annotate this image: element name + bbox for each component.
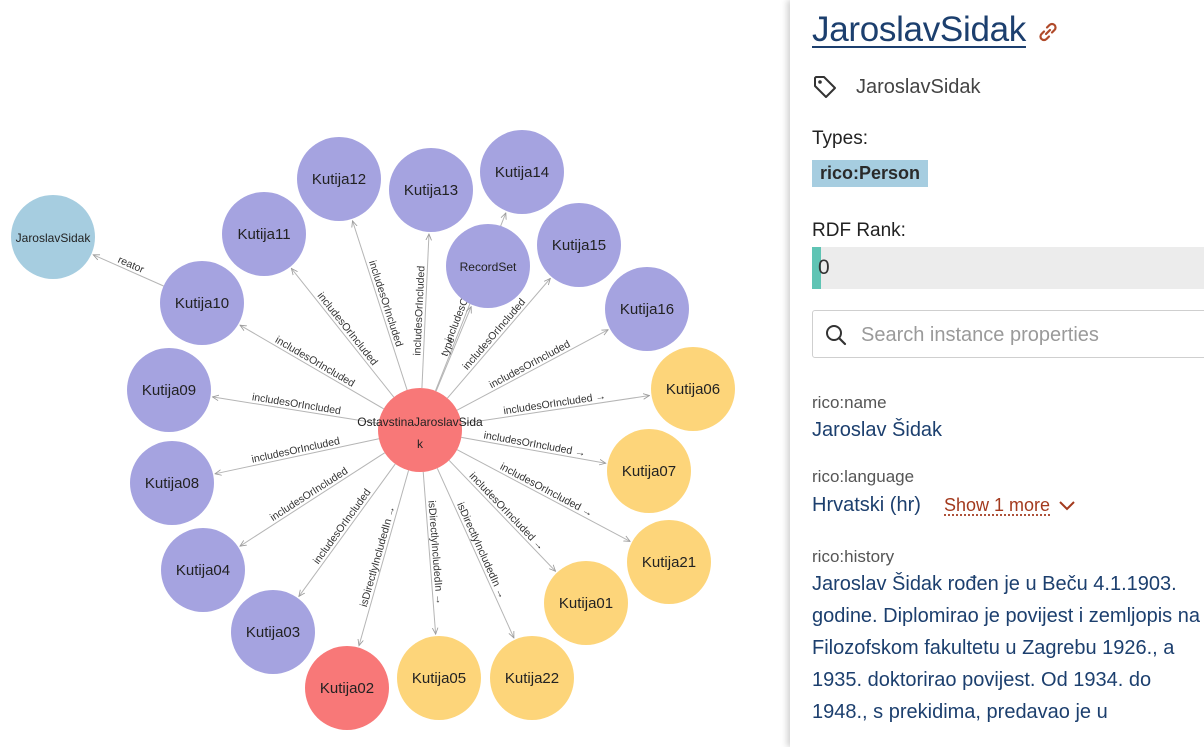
label-row: JaroslavSidak: [812, 74, 981, 100]
graph-node-k15[interactable]: Kutija15: [537, 203, 621, 287]
graph-node-k16[interactable]: Kutija16: [605, 267, 689, 351]
graph-node-k05[interactable]: Kutija05: [397, 636, 481, 720]
graph-node-label: Kutija02: [320, 680, 374, 697]
graph-edge-label: includesOrIncluded: [251, 391, 342, 417]
graph-node-k14[interactable]: Kutija14: [480, 130, 564, 214]
graph-node-label: Kutija01: [559, 595, 613, 612]
graph-node-label: Kutija09: [142, 382, 196, 399]
graph-edge-label: includesOrIncluded: [411, 265, 427, 355]
graph-edge-label: includesOrIncluded: [268, 465, 350, 524]
instance-details-panel: JaroslavSidak JaroslavSidak Types: rico:…: [790, 0, 1204, 747]
graph-edge-label: includesOrIncluded: [487, 338, 572, 391]
graph-edge-label: includesOrIncluded: [273, 334, 357, 390]
rdf-rank-heading: RDF Rank:: [812, 220, 906, 241]
graph-node-center[interactable]: OstavstinaJaroslavSida k: [357, 388, 483, 472]
graph-edge-label: includesOrIncluded: [311, 487, 374, 567]
resource-label: JaroslavSidak: [856, 75, 981, 98]
graph-edge-label: isDirectlyIncludedIn →: [358, 505, 398, 609]
graph-node-label: Kutija21: [642, 554, 696, 571]
graph-node-k09[interactable]: Kutija09: [127, 348, 211, 432]
resource-title[interactable]: JaroslavSidak: [812, 10, 1026, 50]
property-value-history: Jaroslav Šidak rođen je u Beču 4.1.1903.…: [812, 573, 1200, 723]
graph-node-k10[interactable]: Kutija10: [160, 261, 244, 345]
types-heading: Types:: [812, 128, 868, 149]
graph-node-label: Kutija14: [495, 164, 549, 181]
title-row: JaroslavSidak: [812, 10, 1060, 50]
graph-node-label: Kutija06: [666, 381, 720, 398]
link-icon[interactable]: [1036, 20, 1060, 44]
graph-node-label: Kutija03: [246, 624, 300, 641]
property-key-language: rico:language: [812, 467, 915, 486]
graph-node-k22[interactable]: Kutija22: [490, 636, 574, 720]
graph-edge-label: includesOrIncluded: [251, 435, 342, 466]
graph-node-jaroslav[interactable]: JaroslavSidak: [11, 195, 95, 279]
graph-edge-label: includesOrIncluded →: [503, 390, 607, 417]
graph-node-label: Kutija07: [622, 463, 676, 480]
graph-edge-label: includesOrIncluded: [366, 259, 405, 348]
graph-nodes: OstavstinaJaroslavSida k JaroslavSidak Reco…: [11, 130, 735, 730]
graph-node-label: RecordSet: [460, 260, 517, 274]
graph-node-k02[interactable]: Kutija02: [305, 646, 389, 730]
graph-edge-label: includesOrIncluded: [315, 290, 380, 368]
graph-node-k07[interactable]: Kutija07: [607, 429, 691, 513]
graph-node-label: Kutija05: [412, 670, 466, 687]
graph-node-label: Kutija04: [176, 562, 230, 579]
graph-node-k12[interactable]: Kutija12: [297, 137, 381, 221]
type-badge[interactable]: rico:Person: [812, 160, 929, 187]
show-more-button[interactable]: Show 1 more: [944, 495, 1076, 516]
graph-node-label: JaroslavSidak: [16, 231, 92, 245]
graph-canvas[interactable]: reatorincludesOrIncludedincludesOrInclud…: [0, 0, 790, 747]
search-properties-input[interactable]: [859, 319, 1203, 351]
graph-node-k04[interactable]: Kutija04: [161, 528, 245, 612]
graph-node-k08[interactable]: Kutija08: [130, 441, 214, 525]
search-properties-box[interactable]: [812, 310, 1204, 358]
graph-node-label: Kutija16: [620, 301, 674, 318]
chevron-down-icon: [1058, 495, 1076, 516]
graph-view[interactable]: reator includesOrIncluded includesOrInclud…: [0, 0, 790, 747]
property-value-name[interactable]: Jaroslav Šidak: [812, 419, 942, 442]
graph-node-label: Kutija15: [552, 237, 606, 254]
graph-node-label: Kutija08: [145, 475, 199, 492]
property-key-name: rico:name: [812, 393, 887, 412]
graph-edge-label: isDirectlyIncludedIn →: [425, 500, 445, 605]
graph-node-k01[interactable]: Kutija01: [544, 561, 628, 645]
graph-node-k21[interactable]: Kutija21: [627, 520, 711, 604]
graph-node-k11[interactable]: Kutija11: [222, 192, 306, 276]
graph-node-label: Kutija22: [505, 670, 559, 687]
show-more-label: Show 1 more: [944, 495, 1051, 515]
graph-edge-label: reator: [116, 254, 146, 276]
search-icon: [825, 324, 847, 351]
tag-icon: [812, 74, 838, 100]
graph-node-label: Kutija11: [237, 226, 290, 243]
graph-node-label: Kutija13: [404, 182, 458, 199]
graph-node-k13[interactable]: Kutija13: [389, 148, 473, 232]
rdf-rank-value: 0: [818, 256, 830, 279]
graph-node-label: Kutija10: [175, 295, 229, 312]
graph-edge-label: isDirectlyIncludedIn →: [454, 501, 508, 601]
property-key-history: rico:history: [812, 547, 895, 566]
graph-node-label: Kutija12: [312, 171, 366, 188]
rdf-rank-bar: 0: [812, 247, 1204, 289]
graph-node-k06[interactable]: Kutija06: [651, 347, 735, 431]
graph-node-recordset[interactable]: RecordSet: [446, 224, 530, 308]
graph-node-circle[interactable]: [378, 388, 462, 472]
graph-node-k03[interactable]: Kutija03: [231, 590, 315, 674]
property-value-language[interactable]: Hrvatski (hr): [812, 494, 921, 517]
